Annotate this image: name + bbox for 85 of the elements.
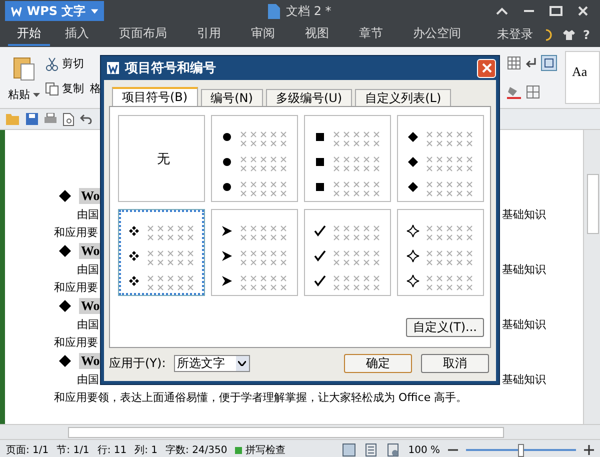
vertical-scrollbar[interactable] xyxy=(583,130,600,424)
clipboard-icon[interactable] xyxy=(12,55,36,81)
page-view-icon[interactable] xyxy=(342,443,356,457)
column-indicator: 列: 1 xyxy=(134,444,158,457)
heading-text: Wo xyxy=(79,352,102,368)
maximize-icon[interactable] xyxy=(549,6,563,16)
frame-icon[interactable] xyxy=(541,55,557,71)
ribbon-tab[interactable]: 页面布局 xyxy=(104,23,182,46)
outline-view-icon[interactable] xyxy=(364,443,378,457)
cancel-button[interactable]: 取消 xyxy=(421,354,489,372)
ribbon-tab[interactable]: 办公空间 xyxy=(398,23,476,46)
paint-bucket-icon[interactable] xyxy=(507,85,523,99)
heading-text: Wo xyxy=(79,242,102,258)
diamond-bullet-icon xyxy=(59,354,71,366)
paragraph-text: 由国 xyxy=(77,316,99,332)
save-icon[interactable] xyxy=(26,113,38,125)
ribbon-tab[interactable]: 审阅 xyxy=(236,23,290,46)
bullet-style-option[interactable]: 无 xyxy=(118,115,205,202)
copy-button[interactable]: 复制 xyxy=(62,81,84,96)
zoom-in-icon[interactable] xyxy=(584,445,594,455)
style-preview[interactable]: Aa xyxy=(565,51,600,104)
chevron-down-icon[interactable] xyxy=(238,360,246,366)
word-count: 字数: 24/350 xyxy=(166,444,228,457)
diamond-bullet-icon xyxy=(59,244,71,256)
paragraph-text: 由国 xyxy=(77,206,99,222)
format-painter-button[interactable]: 格 xyxy=(90,81,101,96)
border-icon[interactable] xyxy=(526,85,540,99)
help-button[interactable]: ? xyxy=(583,28,590,42)
collapse-icon[interactable] xyxy=(495,6,509,16)
paragraph-text: 基础知识 xyxy=(502,372,546,386)
print-preview-icon[interactable] xyxy=(63,112,74,126)
undo-icon[interactable] xyxy=(80,114,92,124)
zoom-percentage: 100 % xyxy=(408,444,440,456)
paragraph-text: 基础知识 xyxy=(502,316,546,332)
dialog-title: 项目符号和编号 xyxy=(125,60,216,77)
paragraph-text: 基础知识 xyxy=(502,262,546,276)
caret-icon[interactable] xyxy=(33,92,40,96)
spell-check-button[interactable]: 拼写检查 xyxy=(235,443,286,457)
paragraph-text: 和应用要领，表达上面通俗易懂，便于学者理解掌握，让大家轻松成为 Office 高手。 xyxy=(54,390,468,404)
window-title: 文档 2 * xyxy=(286,3,332,20)
bullet-style-option[interactable] xyxy=(304,115,391,202)
ribbon-tab[interactable]: 引用 xyxy=(182,23,236,46)
dialog-tab[interactable]: 编号(N) xyxy=(200,89,263,106)
heading-text: Wo xyxy=(79,298,102,314)
dialog-tab[interactable]: 项目符号(B) xyxy=(112,87,198,106)
app-menu-button[interactable]: WPS 文字 xyxy=(5,1,104,21)
shirt-icon[interactable] xyxy=(563,28,576,40)
document-icon xyxy=(268,4,280,19)
paragraph-text: 由国 xyxy=(77,372,99,386)
page-indicator: 页面: 1/1 xyxy=(6,444,49,457)
cut-button[interactable]: 剪切 xyxy=(62,56,84,71)
w-logo-icon xyxy=(107,62,119,74)
w-logo-icon xyxy=(11,5,22,17)
caret-icon xyxy=(90,8,98,14)
login-link[interactable]: 未登录 xyxy=(497,26,534,43)
close-icon[interactable] xyxy=(576,6,590,16)
close-button[interactable] xyxy=(477,58,496,78)
return-arrow-icon[interactable] xyxy=(524,56,538,70)
apply-to-label: 应用于(Y): xyxy=(109,354,166,372)
apply-to-dropdown[interactable]: 所选文字 xyxy=(174,354,250,372)
ribbon-tab[interactable]: 插入 xyxy=(50,23,104,46)
heading-text: Wo xyxy=(79,188,102,204)
scissors-icon[interactable] xyxy=(45,56,59,70)
print-icon[interactable] xyxy=(44,113,57,125)
ribbon-tab[interactable]: 章节 xyxy=(344,23,398,46)
copy-icon[interactable] xyxy=(45,82,59,96)
customize-button[interactable]: 自定义(T)... xyxy=(406,318,484,337)
close-icon xyxy=(482,63,492,73)
diamond-bullet-icon xyxy=(59,190,71,202)
table-icon[interactable] xyxy=(507,56,521,70)
row-indicator: 行: 11 xyxy=(97,444,127,457)
paragraph-text: 基础知识 xyxy=(502,206,546,222)
dialog-tab[interactable]: 自定义列表(L) xyxy=(355,89,452,106)
paragraph-text: 由国 xyxy=(77,262,99,276)
dialog-tab[interactable]: 多级编号(U) xyxy=(266,89,352,106)
paragraph-text: 和应用要 xyxy=(54,224,98,240)
horizontal-scrollbar[interactable] xyxy=(0,424,600,439)
paragraph-text: 和应用要 xyxy=(54,280,98,294)
ribbon-tab[interactable]: 视图 xyxy=(290,23,344,46)
section-indicator: 节: 1/1 xyxy=(56,444,90,457)
diamond-bullet-icon xyxy=(59,300,71,312)
paste-button[interactable]: 粘贴 xyxy=(8,87,30,102)
paragraph-text: 和应用要 xyxy=(54,334,98,350)
ok-button[interactable]: 确定 xyxy=(344,354,412,372)
web-view-icon[interactable] xyxy=(386,443,400,457)
